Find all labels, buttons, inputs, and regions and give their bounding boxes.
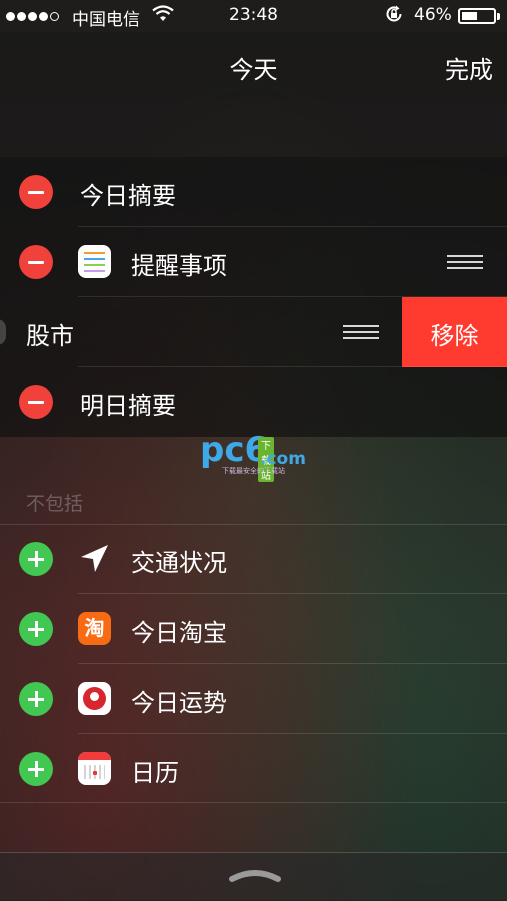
section-header-excluded: 不包括: [26, 493, 84, 515]
battery-icon: [458, 8, 500, 24]
widget-label: 今日淘宝: [131, 619, 227, 647]
remove-button[interactable]: 移除: [402, 297, 507, 367]
add-circle-button[interactable]: [19, 752, 53, 786]
page-title: 今天: [229, 56, 278, 84]
add-circle-button[interactable]: [19, 542, 53, 576]
watermark-logo: pc6 下载站 .com 下载最安全的下载站: [200, 433, 306, 482]
remove-circle-button[interactable]: [19, 245, 53, 279]
reorder-handle-icon[interactable]: [447, 255, 483, 273]
add-circle-button[interactable]: [19, 682, 53, 716]
list-item-swiped: 股市 移除: [0, 297, 507, 367]
list-item: 明日摘要: [0, 367, 507, 437]
battery-percent: 46%: [414, 5, 452, 25]
notification-center-bottom-bar: [0, 852, 507, 901]
grabber-handle-icon[interactable]: [228, 867, 282, 883]
remove-button-label: 移除: [430, 322, 479, 350]
nav-bar: 今天 完成: [0, 32, 507, 100]
rotation-lock-icon: [384, 4, 404, 29]
remove-circle-button[interactable]: [19, 175, 53, 209]
remove-circle-button[interactable]: [19, 385, 53, 419]
done-button[interactable]: 完成: [445, 50, 493, 85]
reorder-handle-icon[interactable]: [343, 325, 379, 343]
list-item: 淘 今日淘宝: [0, 594, 507, 664]
remove-circle-button-partial[interactable]: [0, 319, 6, 345]
fortune-app-icon: [78, 682, 111, 715]
widget-label: 交通状况: [131, 549, 227, 577]
list-item: 今日运势: [0, 664, 507, 734]
calendar-app-icon: [78, 752, 111, 785]
status-bar: 中国电信 23:48 46%: [0, 0, 507, 32]
widget-label: 股市: [26, 322, 74, 350]
widget-label: 今日运势: [131, 689, 227, 717]
add-circle-button[interactable]: [19, 612, 53, 646]
watermark-slogan: 下载最安全的下载站: [222, 467, 285, 475]
list-item: 提醒事项: [0, 227, 507, 297]
widget-label: 日历: [131, 759, 179, 787]
widget-label: 提醒事项: [131, 252, 227, 280]
reminders-app-icon: [78, 245, 111, 278]
list-item: 日历: [0, 734, 507, 804]
list-item: 今日摘要: [0, 157, 507, 227]
location-arrow-icon: [78, 542, 111, 575]
taobao-app-icon: 淘: [78, 612, 111, 645]
widget-label: 今日摘要: [80, 182, 176, 210]
row-divider: [0, 802, 507, 803]
spacer-band: [0, 100, 507, 157]
widget-label: 明日摘要: [80, 392, 176, 420]
list-item: 交通状况: [0, 524, 507, 594]
